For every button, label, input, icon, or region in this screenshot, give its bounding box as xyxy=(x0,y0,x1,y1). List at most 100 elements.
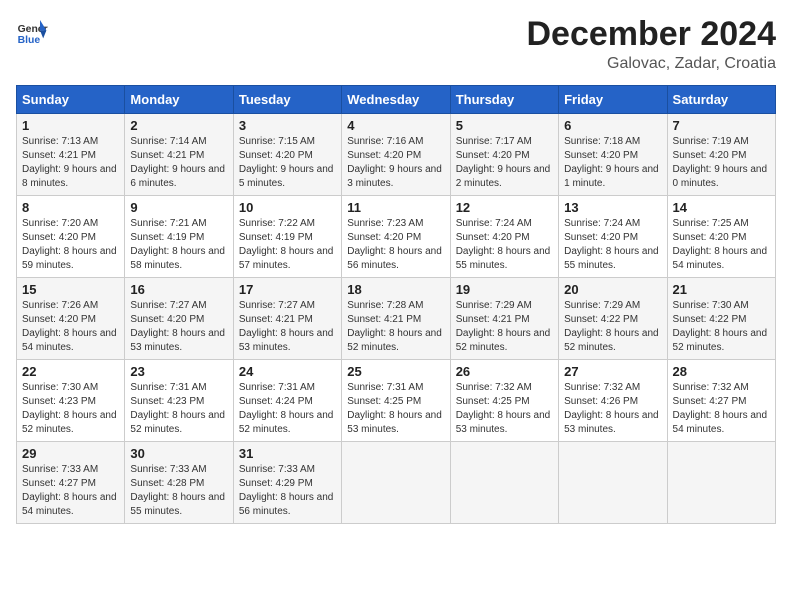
day-detail: Sunrise: 7:33 AMSunset: 4:27 PMDaylight:… xyxy=(22,464,117,517)
table-row xyxy=(559,442,667,524)
day-number: 5 xyxy=(456,118,553,133)
day-number: 22 xyxy=(22,364,119,379)
svg-text:Blue: Blue xyxy=(18,35,41,46)
col-saturday: Saturday xyxy=(667,86,775,114)
day-detail: Sunrise: 7:30 AMSunset: 4:22 PMDaylight:… xyxy=(673,300,768,353)
day-detail: Sunrise: 7:32 AMSunset: 4:27 PMDaylight:… xyxy=(673,382,768,435)
day-number: 27 xyxy=(564,364,661,379)
day-detail: Sunrise: 7:19 AMSunset: 4:20 PMDaylight:… xyxy=(673,136,768,189)
day-number: 20 xyxy=(564,282,661,297)
day-detail: Sunrise: 7:30 AMSunset: 4:23 PMDaylight:… xyxy=(22,382,117,435)
day-detail: Sunrise: 7:25 AMSunset: 4:20 PMDaylight:… xyxy=(673,218,768,271)
col-thursday: Thursday xyxy=(450,86,558,114)
month-year-title: December 2024 xyxy=(526,16,776,53)
table-row xyxy=(450,442,558,524)
day-detail: Sunrise: 7:27 AMSunset: 4:21 PMDaylight:… xyxy=(239,300,334,353)
table-row: 19 Sunrise: 7:29 AMSunset: 4:21 PMDaylig… xyxy=(450,278,558,360)
day-detail: Sunrise: 7:28 AMSunset: 4:21 PMDaylight:… xyxy=(347,300,442,353)
day-number: 19 xyxy=(456,282,553,297)
day-detail: Sunrise: 7:29 AMSunset: 4:21 PMDaylight:… xyxy=(456,300,551,353)
table-row: 17 Sunrise: 7:27 AMSunset: 4:21 PMDaylig… xyxy=(233,278,341,360)
table-row: 4 Sunrise: 7:16 AMSunset: 4:20 PMDayligh… xyxy=(342,114,450,196)
day-number: 30 xyxy=(130,446,227,461)
day-number: 7 xyxy=(673,118,770,133)
table-row: 24 Sunrise: 7:31 AMSunset: 4:24 PMDaylig… xyxy=(233,360,341,442)
day-number: 3 xyxy=(239,118,336,133)
table-row: 16 Sunrise: 7:27 AMSunset: 4:20 PMDaylig… xyxy=(125,278,233,360)
day-number: 29 xyxy=(22,446,119,461)
header-row: Sunday Monday Tuesday Wednesday Thursday… xyxy=(17,86,776,114)
table-row: 28 Sunrise: 7:32 AMSunset: 4:27 PMDaylig… xyxy=(667,360,775,442)
day-detail: Sunrise: 7:23 AMSunset: 4:20 PMDaylight:… xyxy=(347,218,442,271)
table-row: 6 Sunrise: 7:18 AMSunset: 4:20 PMDayligh… xyxy=(559,114,667,196)
table-row xyxy=(342,442,450,524)
header: General Blue December 2024 Galovac, Zada… xyxy=(16,16,776,73)
day-number: 16 xyxy=(130,282,227,297)
table-row: 3 Sunrise: 7:15 AMSunset: 4:20 PMDayligh… xyxy=(233,114,341,196)
calendar-week-3: 15 Sunrise: 7:26 AMSunset: 4:20 PMDaylig… xyxy=(17,278,776,360)
day-detail: Sunrise: 7:24 AMSunset: 4:20 PMDaylight:… xyxy=(564,218,659,271)
day-number: 17 xyxy=(239,282,336,297)
col-sunday: Sunday xyxy=(17,86,125,114)
table-row: 21 Sunrise: 7:30 AMSunset: 4:22 PMDaylig… xyxy=(667,278,775,360)
day-detail: Sunrise: 7:17 AMSunset: 4:20 PMDaylight:… xyxy=(456,136,551,189)
title-area: December 2024 Galovac, Zadar, Croatia xyxy=(526,16,776,73)
day-number: 4 xyxy=(347,118,444,133)
table-row: 5 Sunrise: 7:17 AMSunset: 4:20 PMDayligh… xyxy=(450,114,558,196)
table-row: 26 Sunrise: 7:32 AMSunset: 4:25 PMDaylig… xyxy=(450,360,558,442)
calendar-week-5: 29 Sunrise: 7:33 AMSunset: 4:27 PMDaylig… xyxy=(17,442,776,524)
day-detail: Sunrise: 7:31 AMSunset: 4:25 PMDaylight:… xyxy=(347,382,442,435)
col-friday: Friday xyxy=(559,86,667,114)
logo-icon: General Blue xyxy=(16,16,48,48)
day-number: 23 xyxy=(130,364,227,379)
day-number: 31 xyxy=(239,446,336,461)
col-wednesday: Wednesday xyxy=(342,86,450,114)
day-detail: Sunrise: 7:33 AMSunset: 4:29 PMDaylight:… xyxy=(239,464,334,517)
table-row xyxy=(667,442,775,524)
table-row: 14 Sunrise: 7:25 AMSunset: 4:20 PMDaylig… xyxy=(667,196,775,278)
calendar-week-2: 8 Sunrise: 7:20 AMSunset: 4:20 PMDayligh… xyxy=(17,196,776,278)
day-number: 8 xyxy=(22,200,119,215)
table-row: 27 Sunrise: 7:32 AMSunset: 4:26 PMDaylig… xyxy=(559,360,667,442)
day-detail: Sunrise: 7:32 AMSunset: 4:25 PMDaylight:… xyxy=(456,382,551,435)
logo: General Blue xyxy=(16,16,48,48)
table-row: 1 Sunrise: 7:13 AMSunset: 4:21 PMDayligh… xyxy=(17,114,125,196)
table-row: 29 Sunrise: 7:33 AMSunset: 4:27 PMDaylig… xyxy=(17,442,125,524)
day-number: 28 xyxy=(673,364,770,379)
table-row: 25 Sunrise: 7:31 AMSunset: 4:25 PMDaylig… xyxy=(342,360,450,442)
day-number: 10 xyxy=(239,200,336,215)
day-number: 24 xyxy=(239,364,336,379)
table-row: 9 Sunrise: 7:21 AMSunset: 4:19 PMDayligh… xyxy=(125,196,233,278)
col-tuesday: Tuesday xyxy=(233,86,341,114)
table-row: 8 Sunrise: 7:20 AMSunset: 4:20 PMDayligh… xyxy=(17,196,125,278)
day-number: 6 xyxy=(564,118,661,133)
table-row: 10 Sunrise: 7:22 AMSunset: 4:19 PMDaylig… xyxy=(233,196,341,278)
day-detail: Sunrise: 7:15 AMSunset: 4:20 PMDaylight:… xyxy=(239,136,334,189)
day-number: 18 xyxy=(347,282,444,297)
day-number: 14 xyxy=(673,200,770,215)
day-number: 25 xyxy=(347,364,444,379)
day-detail: Sunrise: 7:26 AMSunset: 4:20 PMDaylight:… xyxy=(22,300,117,353)
calendar-table: Sunday Monday Tuesday Wednesday Thursday… xyxy=(16,85,776,524)
day-detail: Sunrise: 7:31 AMSunset: 4:24 PMDaylight:… xyxy=(239,382,334,435)
day-number: 13 xyxy=(564,200,661,215)
day-number: 21 xyxy=(673,282,770,297)
day-detail: Sunrise: 7:20 AMSunset: 4:20 PMDaylight:… xyxy=(22,218,117,271)
location-subtitle: Galovac, Zadar, Croatia xyxy=(526,55,776,73)
day-detail: Sunrise: 7:21 AMSunset: 4:19 PMDaylight:… xyxy=(130,218,225,271)
day-detail: Sunrise: 7:27 AMSunset: 4:20 PMDaylight:… xyxy=(130,300,225,353)
table-row: 11 Sunrise: 7:23 AMSunset: 4:20 PMDaylig… xyxy=(342,196,450,278)
table-row: 30 Sunrise: 7:33 AMSunset: 4:28 PMDaylig… xyxy=(125,442,233,524)
day-detail: Sunrise: 7:18 AMSunset: 4:20 PMDaylight:… xyxy=(564,136,659,189)
table-row: 20 Sunrise: 7:29 AMSunset: 4:22 PMDaylig… xyxy=(559,278,667,360)
day-detail: Sunrise: 7:13 AMSunset: 4:21 PMDaylight:… xyxy=(22,136,117,189)
table-row: 12 Sunrise: 7:24 AMSunset: 4:20 PMDaylig… xyxy=(450,196,558,278)
table-row: 2 Sunrise: 7:14 AMSunset: 4:21 PMDayligh… xyxy=(125,114,233,196)
day-detail: Sunrise: 7:14 AMSunset: 4:21 PMDaylight:… xyxy=(130,136,225,189)
day-detail: Sunrise: 7:33 AMSunset: 4:28 PMDaylight:… xyxy=(130,464,225,517)
table-row: 7 Sunrise: 7:19 AMSunset: 4:20 PMDayligh… xyxy=(667,114,775,196)
table-row: 15 Sunrise: 7:26 AMSunset: 4:20 PMDaylig… xyxy=(17,278,125,360)
day-number: 15 xyxy=(22,282,119,297)
calendar-week-4: 22 Sunrise: 7:30 AMSunset: 4:23 PMDaylig… xyxy=(17,360,776,442)
day-detail: Sunrise: 7:16 AMSunset: 4:20 PMDaylight:… xyxy=(347,136,442,189)
